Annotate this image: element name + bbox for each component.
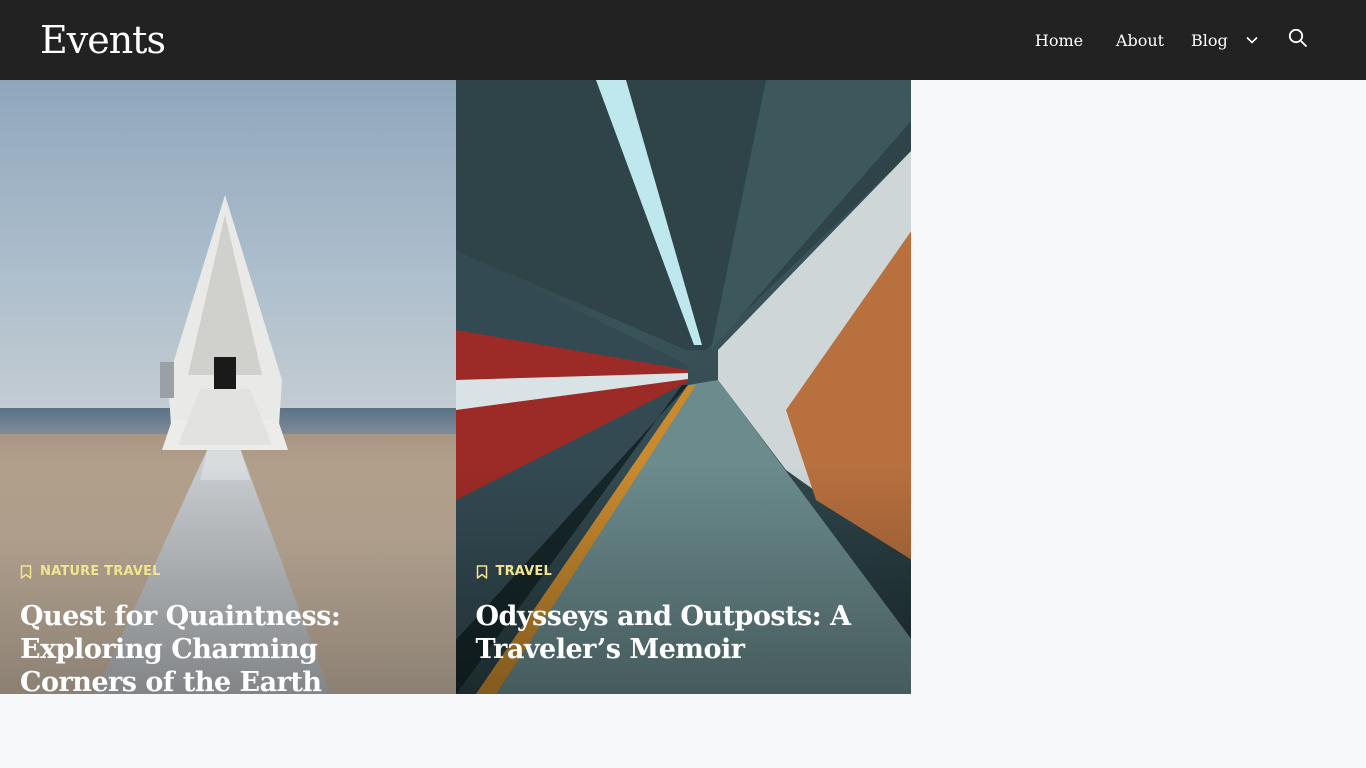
site-header: Events Home About Blog xyxy=(0,0,1366,80)
category-label: TRAVEL xyxy=(495,564,552,579)
post-title[interactable]: Odysseys and Outposts: A Traveler’s Memo… xyxy=(476,600,896,666)
nav-item-about[interactable]: About xyxy=(1110,0,1170,80)
nav-item-blog[interactable]: Blog xyxy=(1191,0,1271,80)
post-card[interactable]: NATURE TRAVEL Quest for Quaintness: Expl… xyxy=(0,80,456,694)
chevron-down-icon[interactable] xyxy=(1246,36,1258,44)
bookmark-icon xyxy=(20,564,32,579)
post-title[interactable]: Quest for Quaintness: Exploring Charming… xyxy=(20,600,440,694)
post-card[interactable]: TRAVEL Odysseys and Outposts: A Traveler… xyxy=(455,80,911,694)
nav-item-home[interactable]: Home xyxy=(1029,0,1089,80)
search-icon xyxy=(1288,28,1308,52)
bookmark-icon xyxy=(476,564,488,579)
post-category[interactable]: TRAVEL xyxy=(476,564,552,579)
post-category[interactable]: NATURE TRAVEL xyxy=(20,564,161,579)
search-button[interactable] xyxy=(1288,0,1308,80)
nav-item-blog-label: Blog xyxy=(1191,30,1228,50)
post-grid: NATURE TRAVEL Quest for Quaintness: Expl… xyxy=(0,80,911,694)
category-label: NATURE TRAVEL xyxy=(40,564,161,579)
site-title[interactable]: Events xyxy=(40,18,166,62)
